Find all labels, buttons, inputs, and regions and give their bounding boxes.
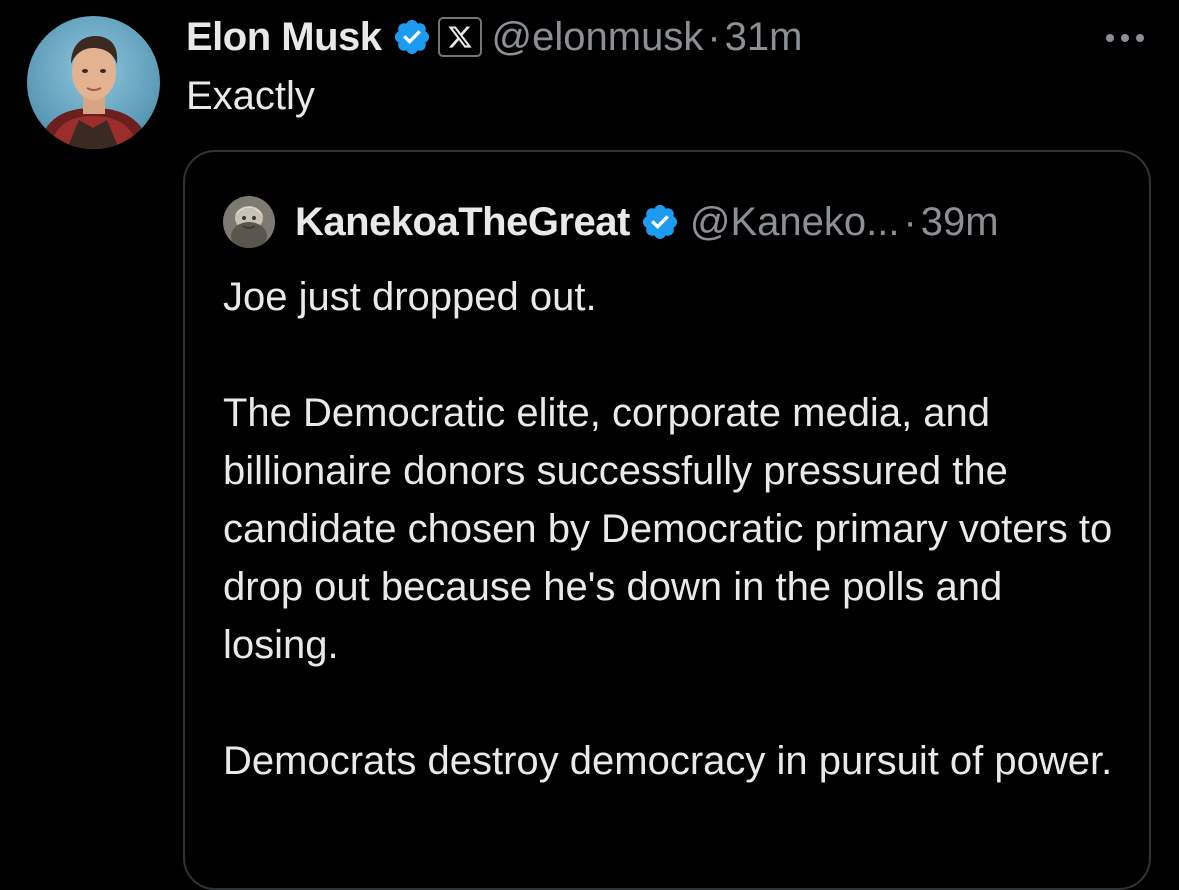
tweet[interactable]: Elon Musk @elonmusk · 31m Exactly Kaneko… bbox=[0, 0, 1179, 890]
quoted-paragraph: Joe just dropped out. bbox=[223, 275, 597, 319]
author-display-name[interactable]: Elon Musk bbox=[186, 15, 382, 60]
verified-badge-icon[interactable] bbox=[392, 17, 432, 57]
x-logo-icon[interactable] bbox=[437, 17, 482, 57]
quoted-author-avatar[interactable] bbox=[223, 196, 275, 248]
verified-badge-icon bbox=[640, 202, 680, 242]
quoted-tweet-timestamp[interactable]: 39m bbox=[921, 200, 999, 245]
more-options-button[interactable] bbox=[1097, 20, 1153, 56]
author-handle[interactable]: @elonmusk bbox=[492, 15, 704, 60]
tweet-timestamp[interactable]: 31m bbox=[725, 15, 803, 60]
separator-dot: · bbox=[707, 14, 721, 59]
quoted-tweet-text: Joe just dropped out. The Democratic eli… bbox=[223, 268, 1123, 848]
more-options-icon bbox=[1106, 34, 1144, 42]
quoted-tweet-header: KanekoaTheGreat @Kaneko... · 39m bbox=[223, 196, 999, 248]
quoted-paragraph: Democrats destroy democracy in pursuit o… bbox=[223, 739, 1113, 783]
quoted-paragraph: The Democratic elite, corporate media, a… bbox=[223, 391, 1113, 667]
tweet-header: Elon Musk @elonmusk · 31m bbox=[186, 12, 802, 62]
author-avatar[interactable] bbox=[27, 16, 160, 149]
quoted-author-handle[interactable]: @Kaneko... bbox=[690, 200, 900, 245]
separator-dot: · bbox=[903, 199, 917, 244]
quoted-author-display-name[interactable]: KanekoaTheGreat bbox=[295, 200, 630, 245]
quoted-tweet-card[interactable]: KanekoaTheGreat @Kaneko... · 39m Joe jus… bbox=[183, 150, 1151, 890]
tweet-text: Exactly bbox=[186, 74, 315, 118]
